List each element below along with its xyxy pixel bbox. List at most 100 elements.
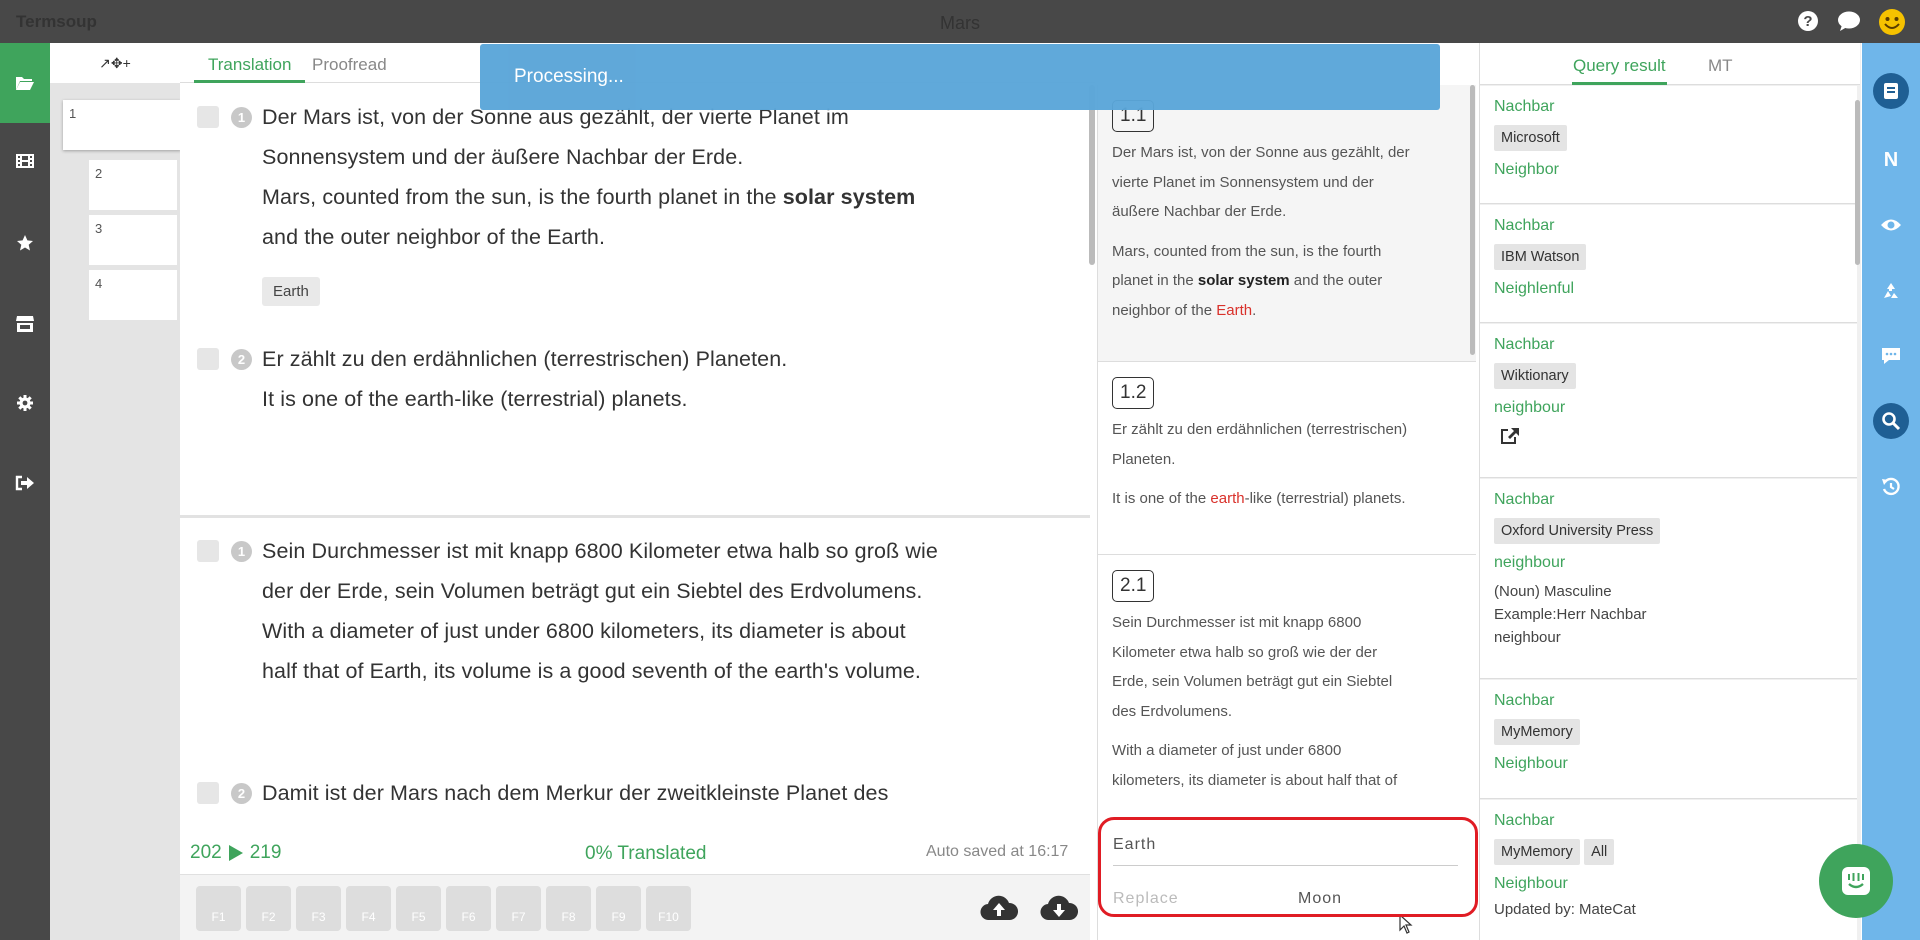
card-highlight: earth (1210, 490, 1245, 507)
card-text: It is one of the (1112, 490, 1211, 507)
segment-checkbox[interactable] (197, 540, 219, 562)
card-source: Sein Durchmesser ist mit knapp 6800 Kilo… (1112, 608, 1462, 726)
recycle-icon[interactable] (1871, 271, 1911, 311)
segment-number: 1 (231, 107, 252, 128)
card-index: 1.2 (1112, 377, 1155, 409)
f2-key[interactable]: F2 (246, 886, 291, 931)
detail-line: (Noun) Masculine (1494, 583, 1612, 600)
card-text: neighbor of the (1112, 301, 1217, 319)
tab-query-result[interactable]: Query result (1572, 43, 1667, 85)
help-icon[interactable]: ? (1797, 10, 1821, 34)
result-translation[interactable]: neighbour (1494, 554, 1857, 572)
card-text: planet in the (1112, 272, 1198, 289)
f9-key[interactable]: F9 (596, 886, 641, 931)
query-result-card[interactable]: Nachbar IBM Watson Neighlenful (1480, 205, 1857, 323)
tab-mt[interactable]: MT (1708, 43, 1733, 89)
term-chip[interactable]: Earth (262, 277, 320, 306)
segment-source[interactable]: Damit ist der Mars nach dem Merkur der z… (262, 773, 888, 813)
eye-icon[interactable] (1871, 205, 1911, 245)
source-chip[interactable]: Microsoft (1494, 125, 1567, 151)
segment-source[interactable]: Sein Durchmesser ist mit knapp 6800 Kilo… (262, 531, 938, 691)
segment-cards: 1.1 Der Mars ist, von der Sonne aus gezä… (1097, 85, 1476, 940)
result-translation[interactable]: neighbour (1494, 399, 1857, 417)
segment-source[interactable]: Er zählt zu den erdähnlichen (terrestris… (262, 339, 787, 419)
segment-source[interactable]: Der Mars ist, von der Sonne aus gezählt,… (262, 97, 915, 257)
history-icon[interactable] (1871, 467, 1911, 507)
editor-scrollbar[interactable] (1089, 85, 1095, 265)
cloud-download-icon[interactable] (1040, 894, 1078, 922)
segment-card[interactable]: 1.1 Der Mars ist, von der Sonne aus gezä… (1098, 85, 1476, 362)
f1-key[interactable]: F1 (196, 886, 241, 931)
card-line: vierte Planet im Sonnensystem und der (1112, 173, 1374, 191)
query-scrollbar[interactable] (1855, 100, 1860, 265)
star-icon[interactable] (0, 215, 50, 271)
result-details: (Noun) Masculine Example:Herr Nachbar ne… (1494, 580, 1857, 649)
f4-key[interactable]: F4 (346, 886, 391, 931)
segment-target[interactable]: With a diameter of just under 6800 kilom… (262, 611, 938, 651)
sign-out-icon[interactable] (0, 455, 50, 511)
store-icon[interactable] (0, 296, 50, 352)
result-term: Nachbar (1494, 491, 1555, 508)
card-line: Planeten. (1112, 450, 1176, 468)
f8-key[interactable]: F8 (546, 886, 591, 931)
f10-key[interactable]: F10 (646, 886, 691, 931)
external-link-icon[interactable] (1500, 427, 1857, 445)
segment-checkbox[interactable] (197, 782, 219, 804)
smiley-avatar-icon[interactable] (1878, 8, 1905, 35)
source-chip[interactable]: All (1584, 839, 1615, 865)
search-icon[interactable] (1873, 403, 1909, 439)
book-icon[interactable] (1873, 73, 1909, 109)
result-translation[interactable]: Neighbour (1494, 875, 1857, 893)
result-translation[interactable]: Neighbor (1494, 161, 1857, 179)
chat-launcher-icon[interactable] (1819, 844, 1893, 918)
card-text: -like (terrestrial) planets. (1244, 490, 1406, 507)
source-chip[interactable]: Oxford University Press (1494, 518, 1661, 544)
query-result-card[interactable]: Nachbar MyMemory All Neighbour Updated b… (1480, 800, 1857, 940)
source-chip[interactable]: MyMemory (1494, 839, 1580, 865)
range-to: 219 (249, 842, 282, 863)
card-line: Erde, sein Volumen beträgt gut ein Siebt… (1112, 673, 1393, 690)
thumbnail-tools[interactable]: ↗✥+ (50, 43, 180, 83)
f3-key[interactable]: F3 (296, 886, 341, 931)
page-thumb[interactable]: 4 (89, 270, 177, 320)
f5-key[interactable]: F5 (396, 886, 441, 931)
page-thumb[interactable]: 2 (89, 160, 177, 210)
card-line: äußere Nachbar der Erde. (1112, 203, 1287, 220)
result-term: Nachbar (1494, 336, 1555, 353)
segment-target[interactable]: Mars, counted from the sun, is the fourt… (262, 177, 915, 217)
comment-icon[interactable] (1871, 336, 1911, 376)
f6-key[interactable]: F6 (446, 886, 491, 931)
play-icon[interactable] (228, 844, 244, 862)
segment-card[interactable]: 1.2 Er zählt zu den erdähnlichen (terres… (1098, 362, 1476, 555)
segment-checkbox[interactable] (197, 106, 219, 128)
result-translation[interactable]: Neighlenful (1494, 280, 1857, 298)
source-chip[interactable]: Wiktionary (1494, 363, 1576, 389)
page-thumb[interactable]: 3 (89, 215, 177, 265)
query-result-card[interactable]: Nachbar Microsoft Neighbor (1480, 86, 1857, 204)
source-line: der der Erde, sein Volumen beträgt gut e… (262, 579, 923, 603)
query-result-card[interactable]: Nachbar MyMemory Neighbour (1480, 680, 1857, 799)
query-result-card[interactable]: Nachbar Wiktionary neighbour (1480, 324, 1857, 478)
source-chip[interactable]: IBM Watson (1494, 244, 1587, 270)
cards-scrollbar[interactable] (1470, 85, 1475, 355)
source-chip[interactable]: MyMemory (1494, 719, 1580, 745)
query-result-card[interactable]: Nachbar Oxford University Press neighbou… (1480, 479, 1857, 679)
n-icon[interactable]: N (1871, 140, 1911, 180)
segment-checkbox[interactable] (197, 348, 219, 370)
cloud-upload-icon[interactable] (980, 894, 1018, 922)
segment-target[interactable]: It is one of the earth-like (terrestrial… (262, 379, 787, 419)
page-thumb[interactable]: 1 (63, 100, 181, 150)
result-translation[interactable]: Neighbour (1494, 755, 1857, 773)
detail-line: neighbour (1494, 629, 1561, 646)
tab-translation[interactable]: Translation (194, 43, 306, 83)
chat-icon[interactable] (1837, 10, 1861, 34)
gear-icon[interactable] (0, 375, 50, 431)
f7-key[interactable]: F7 (496, 886, 541, 931)
mouse-cursor-icon (1399, 914, 1413, 934)
film-icon[interactable] (0, 133, 50, 189)
segment-card[interactable]: 2.1 Sein Durchmesser ist mit knapp 6800 … (1098, 555, 1476, 815)
segment-range: 202 219 (190, 842, 281, 864)
result-term: Nachbar (1494, 217, 1555, 234)
folder-icon[interactable] (0, 43, 50, 123)
tab-proofread[interactable]: Proofread (312, 43, 387, 83)
